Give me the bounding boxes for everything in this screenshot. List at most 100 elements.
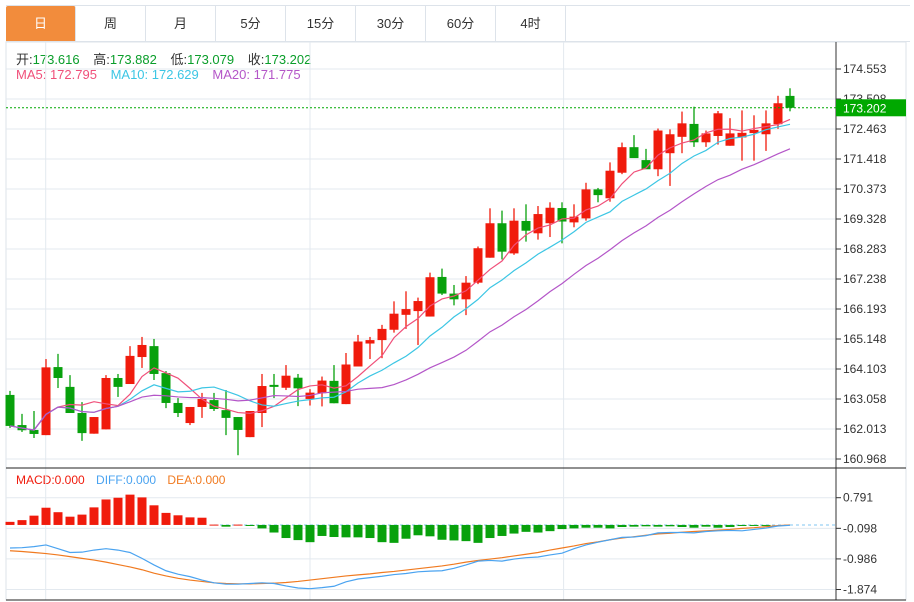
- macd-bar: [101, 499, 111, 525]
- candle: [53, 353, 63, 389]
- macd-tick-label: -0.098: [843, 521, 877, 535]
- macd-bar: [269, 524, 279, 533]
- price-tick-label: 163.058: [843, 392, 887, 406]
- candle: [233, 417, 243, 456]
- candle-body: [389, 313, 399, 330]
- candle: [5, 390, 15, 428]
- candle: [605, 162, 615, 202]
- candle: [125, 346, 135, 385]
- candle-body: [425, 277, 435, 317]
- macd-bar: [365, 524, 375, 539]
- candle-body: [233, 417, 243, 430]
- diff-line: [9, 524, 791, 590]
- macd-bar: [509, 524, 519, 534]
- macd-bar: [17, 520, 27, 525]
- macd-bar: [317, 524, 327, 536]
- macd-bar: [389, 524, 399, 543]
- candle: [749, 115, 759, 161]
- macd-bar: [497, 524, 507, 536]
- macd-bar: [713, 524, 723, 528]
- candle: [521, 204, 531, 242]
- macd-bar: [473, 524, 483, 543]
- macd-bar: [533, 524, 543, 533]
- candle-body: [401, 309, 411, 315]
- candle: [221, 390, 231, 436]
- macd-bar: [401, 524, 411, 539]
- macd-bar: [569, 524, 579, 529]
- candle: [497, 210, 507, 260]
- ma10-line: [9, 123, 791, 431]
- candle: [617, 142, 627, 175]
- price-tick-label: 174.553: [843, 62, 887, 76]
- candle-body: [521, 220, 531, 231]
- candle-body: [281, 375, 291, 388]
- macd-bar: [329, 524, 339, 538]
- macd-bar: [173, 515, 183, 525]
- candle: [209, 392, 219, 411]
- price-tick-label: 169.328: [843, 212, 887, 226]
- candle-body: [365, 340, 375, 344]
- macd-bar: [305, 524, 315, 543]
- macd-bar: [437, 524, 447, 540]
- candle-body: [53, 367, 63, 378]
- macd-bar: [209, 524, 219, 526]
- macd-bar: [593, 524, 603, 528]
- macd-bar: [161, 512, 171, 525]
- macd-bar: [641, 524, 651, 527]
- candle-body: [497, 223, 507, 252]
- candle: [101, 375, 111, 430]
- macd-bar: [281, 524, 291, 539]
- candle: [533, 206, 543, 240]
- macd-bar: [245, 524, 255, 526]
- chart-canvas[interactable]: 174.553173.508172.463171.418170.373169.3…: [0, 0, 914, 602]
- macd-bar: [41, 507, 51, 525]
- macd-bar: [53, 512, 63, 525]
- macd-bar: [557, 524, 567, 530]
- candle-body: [581, 189, 591, 219]
- macd-bar: [425, 524, 435, 537]
- kline-widget: 日周月 5分 15分 30分 60分 4时 开:173.616 高:173.882 低:1…: [0, 0, 914, 602]
- macd-bar: [89, 507, 99, 525]
- macd-bar: [629, 524, 639, 527]
- candle: [305, 389, 315, 406]
- candle: [677, 111, 687, 154]
- price-tick-label: 165.148: [843, 332, 887, 346]
- candle: [185, 406, 195, 426]
- macd-bar: [5, 521, 15, 525]
- candle: [581, 182, 591, 221]
- candle-body: [125, 355, 135, 385]
- dea-line: [9, 524, 791, 585]
- macd-bar: [353, 524, 363, 538]
- candle: [473, 246, 483, 285]
- macd-bar: [581, 524, 591, 528]
- candle-body: [341, 364, 351, 405]
- macd-bar: [29, 515, 39, 525]
- candle-body: [773, 103, 783, 125]
- candle: [653, 128, 663, 177]
- candle: [89, 417, 99, 434]
- macd-bar: [413, 524, 423, 536]
- macd-bar: [137, 497, 147, 525]
- candle: [17, 413, 27, 432]
- candle-body: [677, 123, 687, 137]
- candle: [245, 411, 255, 438]
- candle-body: [245, 411, 255, 438]
- candle-body: [77, 413, 87, 434]
- candle-body: [257, 386, 267, 414]
- macd-bar: [233, 524, 243, 526]
- candle: [257, 373, 267, 428]
- candle: [725, 118, 735, 146]
- macd-bar: [725, 524, 735, 528]
- candle-body: [437, 276, 447, 294]
- macd-bar: [461, 524, 471, 542]
- candle: [713, 111, 723, 145]
- candle-body: [413, 301, 423, 312]
- candle-body: [185, 406, 195, 424]
- candle-body: [713, 113, 723, 136]
- macd-bar: [149, 505, 159, 525]
- candle-body: [89, 417, 99, 434]
- macd-bar: [77, 514, 87, 525]
- macd-bar: [185, 517, 195, 525]
- candle: [29, 411, 39, 438]
- candle: [389, 301, 399, 333]
